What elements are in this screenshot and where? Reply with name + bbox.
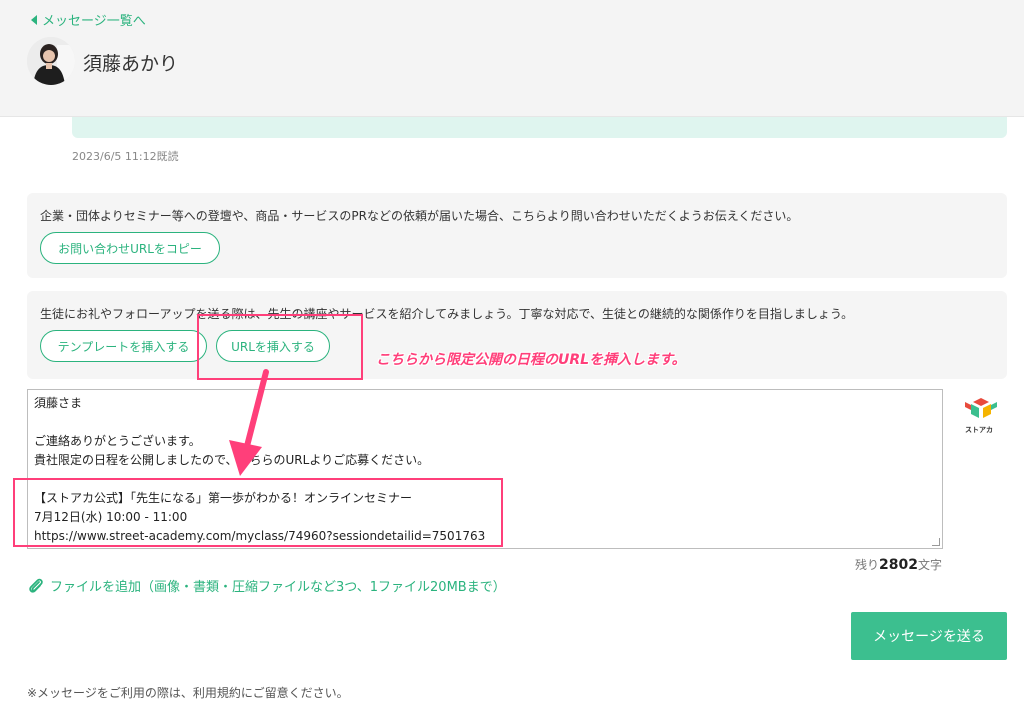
annotation-arrow-icon xyxy=(229,369,269,476)
